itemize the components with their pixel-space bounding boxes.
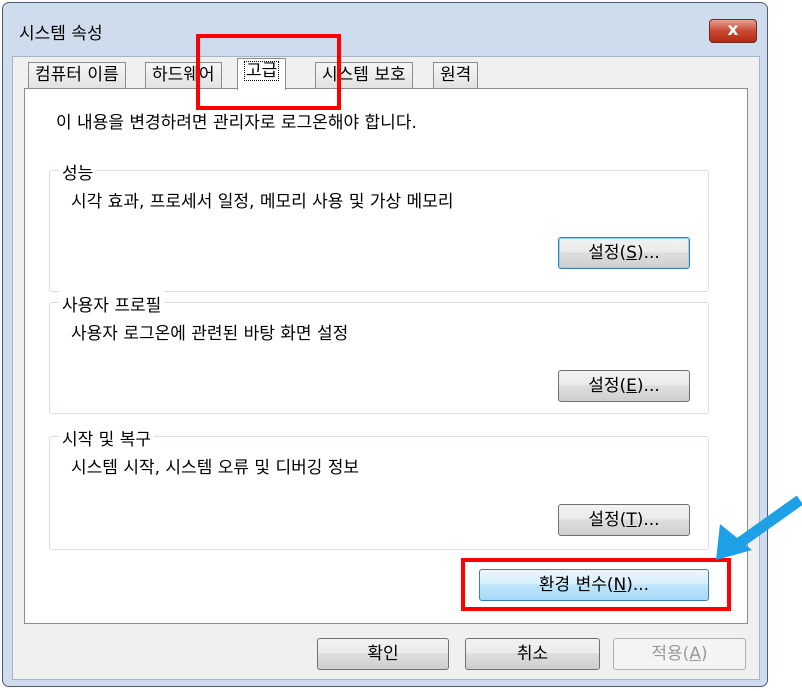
pointer-arrow-icon [716, 496, 802, 560]
performance-description: 시각 효과, 프로세서 일정, 메모리 사용 및 가상 메모리 [71, 192, 454, 212]
highlight-advanced-tab [196, 34, 341, 110]
performance-settings-button[interactable]: 설정(S)... [558, 237, 690, 269]
startup-recovery-description: 시스템 시작, 시스템 오류 및 디버깅 정보 [71, 458, 360, 478]
user-profiles-title: 사용자 프로필 [59, 291, 165, 316]
startup-recovery-title: 시작 및 복구 [59, 425, 155, 450]
apply-button[interactable]: 적용(A) [613, 638, 746, 670]
tab-computer-name[interactable]: 컴퓨터 이름 [28, 62, 126, 88]
cancel-button[interactable]: 취소 [465, 638, 600, 670]
admin-note: 이 내용을 변경하려면 관리자로 로그온해야 합니다. [56, 113, 417, 133]
close-icon: x [727, 20, 739, 40]
performance-title: 성능 [59, 159, 97, 184]
close-button[interactable]: x [709, 19, 757, 43]
ok-button[interactable]: 확인 [317, 638, 449, 670]
user-profiles-settings-button[interactable]: 설정(E)... [558, 370, 690, 402]
user-profiles-description: 사용자 로그온에 관련된 바탕 화면 설정 [71, 324, 349, 344]
highlight-environment-variables [461, 558, 731, 611]
window-title: 시스템 속성 [19, 24, 103, 44]
performance-group: 성능 시각 효과, 프로세서 일정, 메모리 사용 및 가상 메모리 [49, 159, 709, 292]
startup-recovery-settings-button[interactable]: 설정(T)... [558, 504, 690, 536]
tab-remote[interactable]: 원격 [433, 62, 479, 88]
